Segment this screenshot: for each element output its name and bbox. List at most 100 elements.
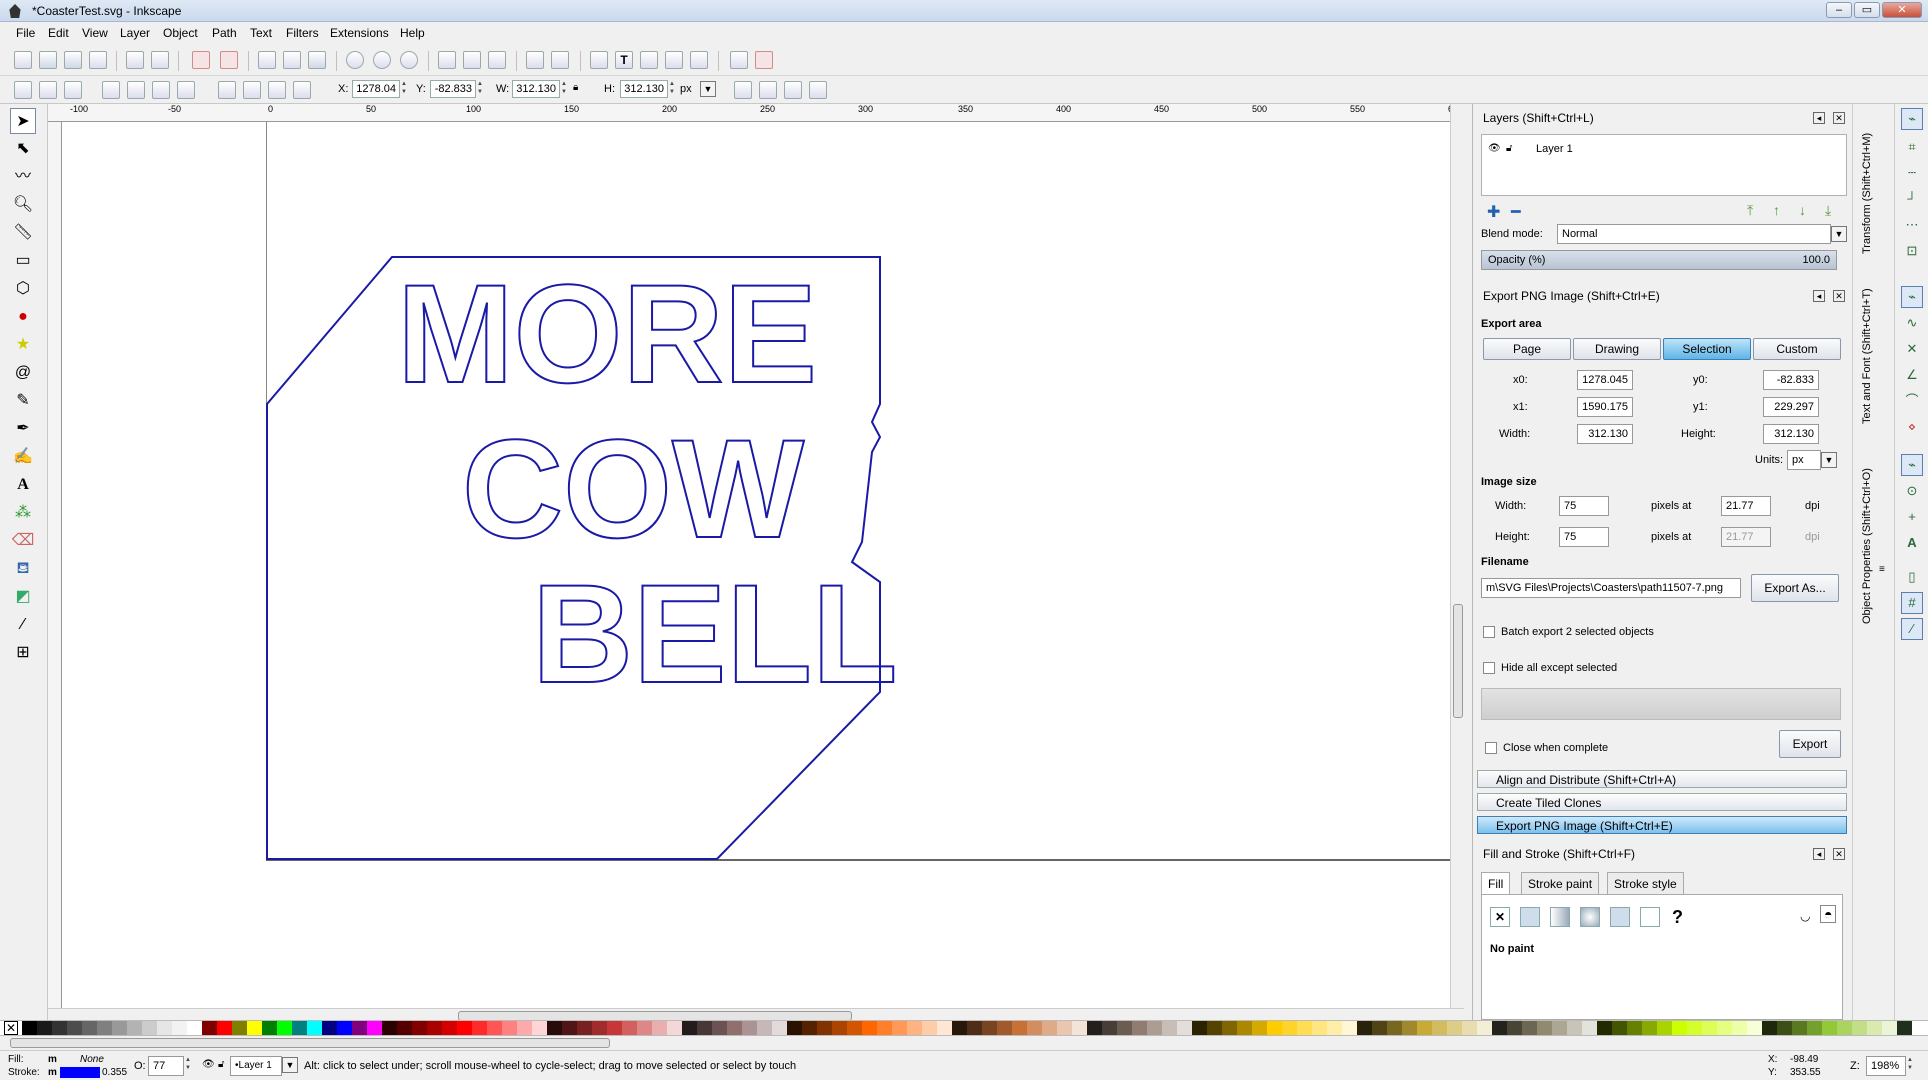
minimize-button[interactable]: –	[1826, 2, 1852, 18]
stroke-color-indicator[interactable]	[60, 1067, 100, 1078]
menu-edit[interactable]: Edit	[48, 26, 69, 40]
palette-swatch[interactable]	[622, 1021, 637, 1035]
palette-swatch[interactable]	[1897, 1021, 1912, 1035]
fill-stroke-close-button[interactable]: ✕	[1833, 848, 1845, 860]
layer-lock-icon[interactable]: 🔓︎	[218, 1059, 224, 1070]
palette-swatch[interactable]	[52, 1021, 67, 1035]
palette-swatch[interactable]	[1327, 1021, 1342, 1035]
pencil-tool-icon[interactable]: ✎	[10, 388, 36, 414]
dpi-field[interactable]: 21.77	[1721, 496, 1771, 516]
zoom-field[interactable]: 198%	[1866, 1056, 1906, 1076]
palette-swatch[interactable]	[367, 1021, 382, 1035]
selector-tool-icon[interactable]: ➤	[10, 108, 36, 134]
palette-swatch[interactable]	[832, 1021, 847, 1035]
text-tool-icon[interactable]: A	[10, 472, 36, 498]
palette-swatch[interactable]	[1252, 1021, 1267, 1035]
palette-swatch[interactable]	[817, 1021, 832, 1035]
palette-swatch[interactable]	[1537, 1021, 1552, 1035]
fill-rule-evenodd-icon[interactable]: ◡	[1800, 909, 1810, 923]
y-spin-arrows[interactable]: ▲ ▼	[476, 80, 484, 98]
palette-swatch[interactable]	[1057, 1021, 1072, 1035]
palette-swatch[interactable]	[1297, 1021, 1312, 1035]
panel-scrollbar-grip[interactable]: ≡	[1879, 564, 1887, 578]
gradient-tool-icon[interactable]: ◩	[10, 584, 36, 610]
layer-name[interactable]: Layer 1	[1536, 143, 1573, 155]
cut-icon[interactable]	[283, 51, 301, 69]
y0-field[interactable]: -82.833	[1763, 370, 1819, 390]
duplicate-icon[interactable]	[438, 51, 456, 69]
palette-swatch[interactable]	[1642, 1021, 1657, 1035]
3d-box-tool-icon[interactable]: ⬡	[10, 276, 36, 302]
print-icon[interactable]	[89, 51, 107, 69]
layer-down-icon[interactable]: ↓	[1799, 202, 1806, 218]
palette-swatch[interactable]	[787, 1021, 802, 1035]
rotate-cw-icon[interactable]	[127, 81, 145, 99]
palette-swatch[interactable]	[637, 1021, 652, 1035]
menu-text[interactable]: Text	[250, 26, 272, 40]
export-close-button[interactable]: ✕	[1833, 290, 1845, 302]
area-height-field[interactable]: 312.130	[1763, 424, 1819, 444]
palette-swatch[interactable]	[1777, 1021, 1792, 1035]
snap-bbox-center-icon[interactable]: ⊡	[1901, 240, 1923, 262]
w-field[interactable]: 312.130	[512, 80, 560, 98]
image-width-field[interactable]: 75	[1559, 496, 1609, 516]
palette-swatch[interactable]	[892, 1021, 907, 1035]
area-custom-button[interactable]: Custom	[1753, 338, 1841, 360]
blend-dropdown-arrow[interactable]: ▼	[1831, 226, 1847, 242]
export-png-bar[interactable]: Export PNG Image (Shift+Ctrl+E)	[1477, 816, 1847, 834]
palette-swatch[interactable]	[1192, 1021, 1207, 1035]
rotate-ccw-icon[interactable]	[102, 81, 120, 99]
remove-layer-icon[interactable]: ━	[1511, 202, 1521, 222]
palette-swatch[interactable]	[1627, 1021, 1642, 1035]
palette-swatch[interactable]	[1132, 1021, 1147, 1035]
palette-swatch[interactable]	[727, 1021, 742, 1035]
star-tool-icon[interactable]: ★	[10, 332, 36, 358]
spiral-tool-icon[interactable]: @	[10, 360, 36, 386]
menu-path[interactable]: Path	[212, 26, 237, 40]
select-all-icon[interactable]	[14, 81, 32, 99]
palette-swatch[interactable]	[1042, 1021, 1057, 1035]
palette-swatch[interactable]	[997, 1021, 1012, 1035]
zoom-selection-icon[interactable]	[346, 51, 364, 69]
raise-icon[interactable]	[243, 81, 261, 99]
zoom-page-icon[interactable]	[400, 51, 418, 69]
palette-swatch[interactable]	[1432, 1021, 1447, 1035]
snap-cusp-icon[interactable]: ∠	[1901, 364, 1923, 386]
snap-enable-icon[interactable]: ⌁	[1901, 108, 1923, 130]
add-layer-icon[interactable]: ✚	[1487, 202, 1500, 222]
raise-to-top-icon[interactable]	[218, 81, 236, 99]
snap-others-icon[interactable]: ⌁	[1901, 454, 1923, 476]
filename-field[interactable]: m\SVG Files\Projects\Coasters\path11507-…	[1481, 578, 1741, 598]
palette-swatch[interactable]	[577, 1021, 592, 1035]
document-properties-icon[interactable]	[730, 51, 748, 69]
palette-swatch[interactable]	[802, 1021, 817, 1035]
palette-swatch[interactable]	[1852, 1021, 1867, 1035]
area-selection-button[interactable]: Selection	[1663, 338, 1751, 360]
rectangle-tool-icon[interactable]: ▭	[10, 248, 36, 274]
palette-swatch[interactable]	[142, 1021, 157, 1035]
fill-indicator-none[interactable]: None	[80, 1054, 104, 1065]
palette-swatch[interactable]	[562, 1021, 577, 1035]
vertical-scrollbar[interactable]	[1450, 104, 1464, 1008]
layer-up-icon[interactable]: ↑	[1773, 202, 1780, 218]
tab-stroke-paint[interactable]: Stroke paint	[1521, 872, 1600, 894]
palette-swatch[interactable]	[1402, 1021, 1417, 1035]
palette-swatch[interactable]	[697, 1021, 712, 1035]
palette-swatch[interactable]	[442, 1021, 457, 1035]
import-icon[interactable]	[126, 51, 144, 69]
palette-swatch[interactable]	[1162, 1021, 1177, 1035]
palette-swatch[interactable]	[1222, 1021, 1237, 1035]
palette-swatch[interactable]	[1357, 1021, 1372, 1035]
canvas-text-more[interactable]: MORE	[396, 254, 818, 413]
palette-swatch[interactable]	[1492, 1021, 1507, 1035]
snap-intersections-icon[interactable]: ✕	[1901, 338, 1923, 360]
layer-to-top-icon[interactable]: ⤒	[1747, 202, 1753, 219]
palette-none-swatch[interactable]: ✕	[4, 1021, 18, 1035]
palette-swatch[interactable]	[1687, 1021, 1702, 1035]
y1-field[interactable]: 229.297	[1763, 397, 1819, 417]
palette-swatch[interactable]	[1342, 1021, 1357, 1035]
palette-swatch[interactable]	[532, 1021, 547, 1035]
palette-swatch[interactable]	[877, 1021, 892, 1035]
palette-swatch[interactable]	[1477, 1021, 1492, 1035]
palette-swatch[interactable]	[82, 1021, 97, 1035]
